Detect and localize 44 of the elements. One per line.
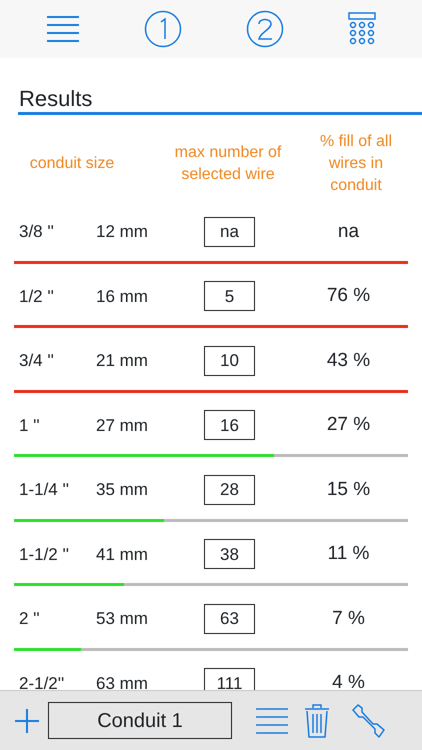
metric-size: 16 mm	[95, 286, 149, 308]
fill-percent: 27 %	[326, 413, 372, 438]
wrench-icon[interactable]	[350, 702, 386, 738]
add-icon[interactable]	[14, 708, 40, 734]
fill-percent: na	[336, 220, 360, 244]
inch-size: 3/8 ''	[18, 221, 55, 244]
calculator-icon[interactable]	[348, 12, 376, 46]
menu-icon[interactable]	[46, 14, 80, 44]
step-one-icon[interactable]	[144, 10, 182, 48]
fill-percent: 76 %	[326, 284, 372, 308]
inch-size: 2-1/2''	[18, 672, 66, 690]
metric-size: 53 mm	[95, 608, 149, 630]
step-two-icon[interactable]	[246, 10, 284, 48]
fill-percent: 4 %	[331, 671, 366, 690]
fill-percent: 15 %	[326, 478, 372, 502]
metric-size: 21 mm	[95, 350, 149, 372]
inch-size: 1 ''	[18, 414, 41, 437]
metric-size: 63 mm	[95, 672, 149, 690]
inch-size: 2 ''	[18, 608, 41, 630]
column-header: % fill of all wires in conduit	[318, 132, 394, 196]
count-box: 63	[204, 604, 255, 634]
metric-size: 41 mm	[95, 544, 149, 566]
conduit-name-field[interactable]: Conduit 1	[48, 702, 232, 739]
fill-percent: 11 %	[326, 542, 370, 566]
trash-icon[interactable]	[304, 704, 330, 738]
count-box: 5	[204, 281, 255, 312]
count-box: 38	[204, 539, 255, 570]
column-header: conduit size	[28, 154, 116, 174]
inch-size: 1-1/4 ''	[18, 479, 70, 502]
metric-size: 27 mm	[95, 414, 149, 437]
results-title: Results	[19, 86, 94, 112]
fill-percent: 43 %	[326, 348, 372, 373]
list-icon[interactable]	[256, 706, 288, 736]
count-box: 16	[204, 410, 255, 440]
inch-size: 1-1/2 ''	[18, 544, 70, 566]
inch-size: 1/2 ''	[18, 286, 55, 308]
metric-size: 12 mm	[95, 221, 149, 244]
inch-size: 3/4 ''	[18, 350, 55, 372]
fill-percent: 7 %	[331, 606, 366, 631]
metric-size: 35 mm	[95, 479, 149, 502]
column-header: max number of selected wire	[174, 143, 282, 186]
count-box: 10	[204, 346, 255, 376]
count-box: na	[204, 216, 255, 247]
count-box: 28	[204, 474, 255, 505]
